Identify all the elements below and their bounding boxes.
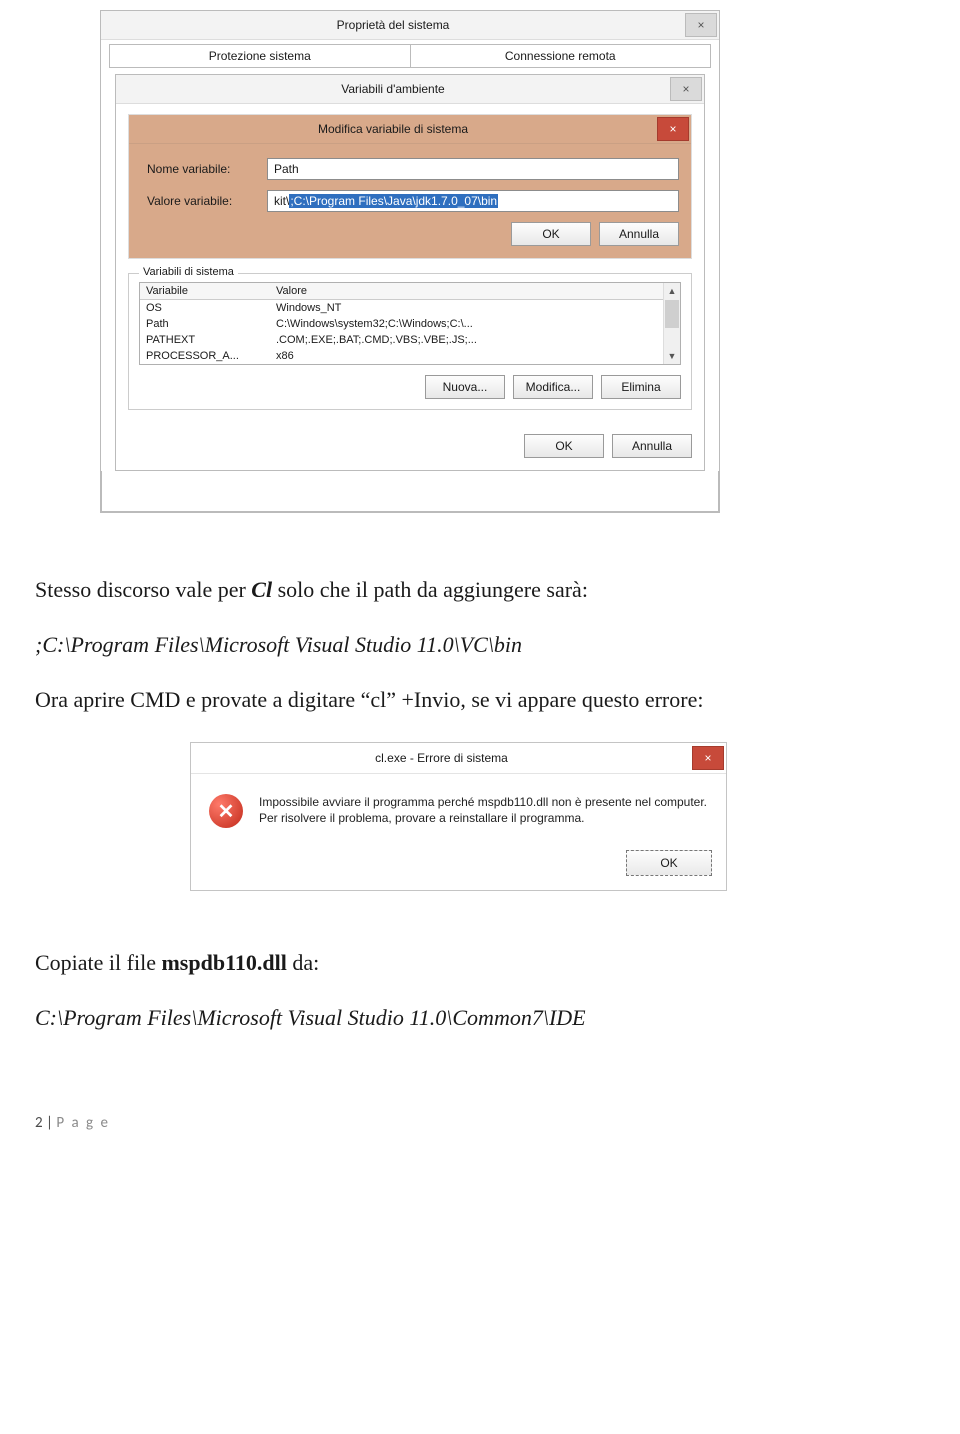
editvar-title: Modifica variabile di sistema: [129, 122, 657, 136]
var-name-value: Path: [274, 162, 299, 176]
groupbox-system-vars: Variabili di sistema Variabile Valore OS…: [128, 273, 692, 410]
paragraph: Copiate il file mspdb110.dll da:: [35, 946, 880, 979]
var-value-input[interactable]: kit\;C:\Program Files\Java\jdk1.7.0_07\b…: [267, 190, 679, 212]
errdlg-message: Impossibile avviare il programma perché …: [259, 794, 708, 828]
ok-button[interactable]: OK: [524, 434, 604, 458]
chevron-down-icon[interactable]: ▼: [664, 348, 680, 364]
table-row[interactable]: Path C:\Windows\system32;C:\Windows;C:\.…: [140, 316, 680, 332]
editvar-titlebar: Modifica variabile di sistema ×: [129, 115, 691, 144]
dialog-system-properties: Proprietà del sistema × Protezione siste…: [100, 10, 720, 513]
ok-button[interactable]: OK: [511, 222, 591, 246]
page-label: P a g e: [56, 1114, 110, 1132]
groupbox-caption: Variabili di sistema: [139, 266, 238, 278]
delete-button[interactable]: Elimina: [601, 375, 681, 399]
var-value-prefix: kit\: [274, 194, 289, 208]
errdlg-titlebar: cl.exe - Errore di sistema ×: [191, 743, 726, 774]
sysvars-hdr-val: Valore: [276, 285, 674, 297]
row-var: Path: [146, 318, 276, 330]
envvars-title: Variabili d'ambiente: [116, 82, 670, 96]
row-var: OS: [146, 302, 276, 314]
dialog-edit-variable: Modifica variabile di sistema × Nome var…: [128, 114, 692, 259]
page-footer: 2 | P a g e: [35, 1114, 960, 1132]
error-icon: ✕: [209, 794, 243, 828]
row-val: .COM;.EXE;.BAT;.CMD;.VBS;.VBE;.JS;...: [276, 334, 674, 346]
source-path-text: C:\Program Files\Microsoft Visual Studio…: [35, 1001, 880, 1034]
close-icon[interactable]: ×: [685, 13, 717, 37]
cancel-button[interactable]: Annulla: [599, 222, 679, 246]
dialog-env-vars: Variabili d'ambiente × Modifica variabil…: [115, 74, 705, 471]
table-row[interactable]: PROCESSOR_A... x86: [140, 348, 680, 364]
tab-protezione[interactable]: Protezione sistema: [109, 44, 411, 68]
sysvars-hdr-var: Variabile: [146, 285, 276, 297]
errdlg-title: cl.exe - Errore di sistema: [191, 751, 692, 765]
var-value-selection: ;C:\Program Files\Java\jdk1.7.0_07\bin: [289, 194, 498, 208]
row-var: PROCESSOR_A...: [146, 350, 276, 362]
screenshot-error-dialog: cl.exe - Errore di sistema × ✕ Impossibi…: [190, 742, 727, 891]
table-row[interactable]: PATHEXT .COM;.EXE;.BAT;.CMD;.VBS;.VBE;.J…: [140, 332, 680, 348]
envvars-titlebar: Variabili d'ambiente ×: [116, 75, 704, 104]
var-name-label: Nome variabile:: [147, 162, 267, 176]
close-icon[interactable]: ×: [670, 77, 702, 101]
row-var: PATHEXT: [146, 334, 276, 346]
install-path-text: ;C:\Program Files\Microsoft Visual Studi…: [35, 628, 880, 661]
edit-button[interactable]: Modifica...: [513, 375, 593, 399]
close-icon[interactable]: ×: [692, 746, 724, 770]
cancel-button[interactable]: Annulla: [612, 434, 692, 458]
system-vars-list[interactable]: Variabile Valore OS Windows_NT Path C:\W…: [139, 282, 681, 365]
new-button[interactable]: Nuova...: [425, 375, 505, 399]
sysprops-title: Proprietà del sistema: [101, 18, 685, 32]
row-val: Windows_NT: [276, 302, 674, 314]
screenshot-system-properties: Proprietà del sistema × Protezione siste…: [100, 10, 720, 513]
sysprops-titlebar: Proprietà del sistema ×: [101, 11, 719, 40]
table-row[interactable]: OS Windows_NT: [140, 300, 680, 316]
file-name: mspdb110.dll: [161, 950, 286, 975]
sysprops-tabs: Protezione sistema Connessione remota: [109, 44, 711, 68]
close-icon[interactable]: ×: [657, 117, 689, 141]
row-val: C:\Windows\system32;C:\Windows;C:\...: [276, 318, 674, 330]
var-value-label: Valore variabile:: [147, 194, 267, 208]
cl-keyword: Cl: [251, 577, 272, 602]
chevron-up-icon[interactable]: ▲: [664, 283, 680, 299]
doc-paragraph-1: Stesso discorso vale per Cl solo che il …: [35, 573, 880, 716]
ok-button[interactable]: OK: [626, 850, 712, 876]
tab-connessione[interactable]: Connessione remota: [411, 44, 712, 68]
paragraph: Stesso discorso vale per Cl solo che il …: [35, 573, 880, 606]
scrollbar-thumb[interactable]: [665, 300, 679, 328]
scrollbar[interactable]: ▲ ▼: [663, 283, 680, 364]
page-number: 2: [35, 1114, 43, 1132]
paragraph: Ora aprire CMD e provate a digitare “cl”…: [35, 683, 880, 716]
row-val: x86: [276, 350, 674, 362]
var-name-input[interactable]: Path: [267, 158, 679, 180]
doc-paragraph-2: Copiate il file mspdb110.dll da: C:\Prog…: [35, 946, 880, 1034]
